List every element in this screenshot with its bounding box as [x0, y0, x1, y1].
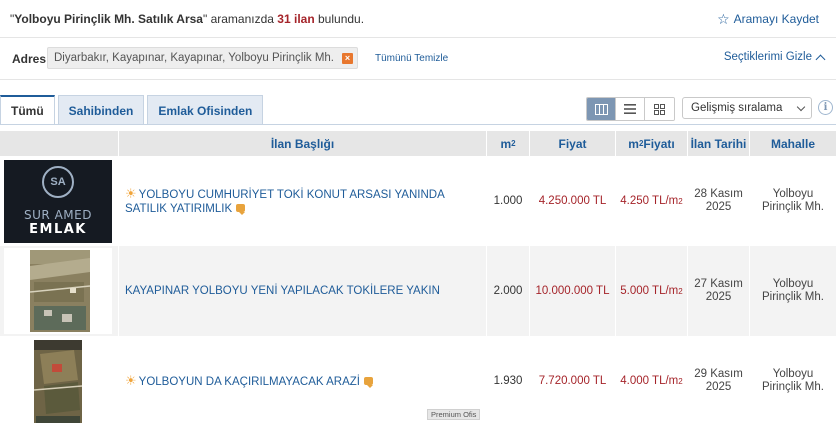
hide-selections-label: Seçtiklerimi Gizle [723, 51, 812, 63]
listing-price: 10.000.000 TL [529, 246, 615, 336]
listing-date: 27 Kasım 2025 [687, 246, 749, 336]
tab-all[interactable]: Tümü [0, 95, 55, 125]
sort-dropdown[interactable]: Gelişmiş sıralama [682, 97, 812, 119]
address-filter-chip: Diyarbakır, Kayapınar, Kayapınar, Yolboy… [47, 47, 358, 69]
column-date-header[interactable]: İlan Tarihi [687, 131, 749, 156]
tab-owner[interactable]: Sahibinden [57, 95, 145, 125]
column-m2-price-header[interactable]: m2 Fiyatı [615, 131, 687, 156]
view-mode-group [586, 97, 675, 121]
listing-thumbnail[interactable]: SA SUR AMED EMLAK [4, 160, 112, 243]
company-logo-icon: SA [42, 166, 74, 198]
tabs-divider [0, 124, 836, 125]
premium-office-badge: Premium Ofis [427, 409, 481, 420]
listing-m2: 1.930 [486, 336, 529, 423]
list-view-button[interactable] [616, 98, 645, 120]
result-count: 31 ilan [277, 12, 315, 26]
logo-text-top: SUR AMED [24, 208, 92, 222]
listing-m2-price: 4.000 TL/m 2 [615, 336, 687, 423]
chevron-up-icon [815, 54, 826, 64]
column-price-header[interactable]: Fiyat [529, 131, 615, 156]
table-view-icon [594, 103, 608, 115]
tab-agency[interactable]: Emlak Ofisinden [147, 95, 264, 125]
listing-title[interactable]: ☀ YOLBOYU CUMHURİYET TOKİ KONUT ARSASI YA… [118, 156, 486, 246]
message-bubble-icon [364, 377, 373, 389]
logo-text-bottom: EMLAK [29, 222, 87, 237]
message-bubble-icon [236, 204, 246, 216]
address-filter-value: Diyarbakır, Kayapınar, Kayapınar, Yolboy… [54, 52, 334, 64]
grid-view-button[interactable] [645, 98, 674, 120]
star-icon: ☆ [717, 11, 730, 27]
listing-date: 29 Kasım 2025 [687, 336, 749, 423]
address-filter-label: Adres [12, 52, 47, 66]
search-query: Yolboyu Pirinçlik Mh. Satılık Arsa [14, 12, 203, 26]
table-view-button[interactable] [587, 98, 616, 120]
column-title-header[interactable]: İlan Başlığı [118, 131, 486, 156]
table-row[interactable]: SA SUR AMED EMLAK ☀ YOLBOYU CUMHURİYET TO… [0, 156, 836, 246]
search-summary-text: "Yolboyu Pirinçlik Mh. Satılık Arsa" ara… [10, 12, 365, 26]
active-filters-bar: Adres Diyarbakır, Kayapınar, Kayapınar, … [0, 38, 836, 80]
table-row[interactable]: ☀ YOLBOYUN DA KAÇIRILMAYACAK ARAZİ 1.930 … [0, 336, 836, 423]
table-header: İlan Başlığı m2 Fiyat m2 Fiyatı İlan Tar… [0, 131, 836, 156]
listing-m2-price: 4.250 TL/m 2 [615, 156, 687, 246]
table-row[interactable]: KAYAPINAR YOLBOYU YENİ YAPILACAK TOKİLER… [0, 246, 836, 336]
highlight-sun-icon: ☀ [125, 185, 137, 201]
sort-selected-value: Gelişmiş sıralama [691, 102, 783, 114]
listing-title[interactable]: KAYAPINAR YOLBOYU YENİ YAPILACAK TOKİLER… [118, 246, 486, 336]
aerial-photo-image [4, 340, 112, 423]
listing-neighborhood: Yolboyu Pirinçlik Mh. [749, 246, 836, 336]
hide-selections-toggle[interactable]: Seçtiklerimi Gizle [723, 51, 826, 64]
save-search-label: Aramayı Kaydet [733, 12, 819, 26]
clear-all-filters-link[interactable]: Tümünü Temizle [375, 53, 448, 64]
listing-thumbnail[interactable] [4, 340, 112, 423]
chevron-down-icon [796, 102, 806, 112]
listing-price: 4.250.000 TL [529, 156, 615, 246]
listing-thumbnail[interactable] [4, 248, 112, 334]
summary-tail: bulundu. [318, 12, 365, 26]
listing-m2: 1.000 [486, 156, 529, 246]
aerial-photo-image [4, 248, 112, 334]
info-icon[interactable]: i [818, 100, 833, 115]
search-summary-bar: "Yolboyu Pirinçlik Mh. Satılık Arsa" ara… [0, 0, 836, 38]
remove-filter-icon[interactable]: × [342, 52, 353, 64]
listing-m2-price: 5.000 TL/m 2 [615, 246, 687, 336]
listing-neighborhood: Yolboyu Pirinçlik Mh. [749, 336, 836, 423]
grid-view-icon [654, 103, 665, 115]
list-view-icon [624, 104, 636, 114]
summary-middle: aramanızda [210, 12, 274, 26]
listing-date: 28 Kasım 2025 [687, 156, 749, 246]
column-m2-header[interactable]: m2 [486, 131, 529, 156]
save-search-button[interactable]: ☆ Aramayı Kaydet [717, 12, 819, 26]
listing-neighborhood: Yolboyu Pirinçlik Mh. [749, 156, 836, 246]
column-area-header[interactable]: Mahalle [749, 131, 836, 156]
listing-tabs: Tümü Sahibinden Emlak Ofisinden [0, 95, 264, 125]
highlight-sun-icon: ☀ [125, 372, 137, 388]
listing-price: 7.720.000 TL [529, 336, 615, 423]
listing-m2: 2.000 [486, 246, 529, 336]
